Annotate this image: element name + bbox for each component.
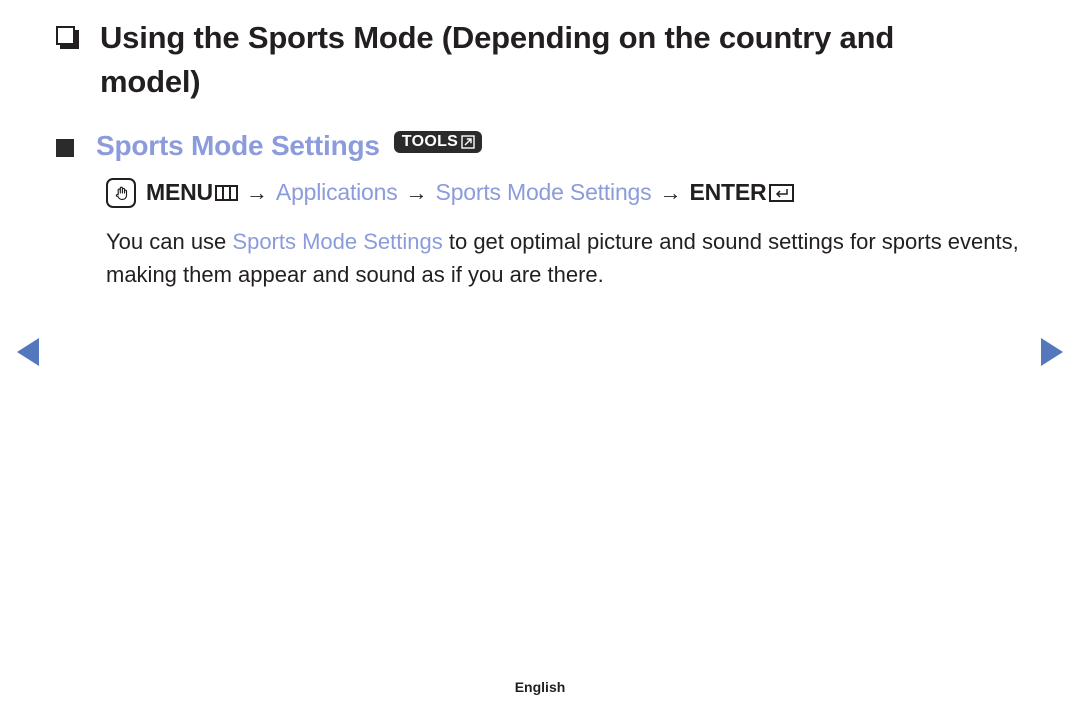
section-heading-row: Sports Mode Settings TOOLS — [0, 104, 1080, 162]
next-page-arrow[interactable] — [1041, 338, 1063, 366]
path-arrow-1: → — [245, 179, 268, 205]
diagonal-arrow-box-icon — [461, 135, 475, 149]
shadowed-white-square-icon — [56, 26, 82, 49]
pointing-hand-icon — [106, 178, 136, 209]
menu-item-applications[interactable]: Applications — [276, 178, 398, 208]
page-title-row: Using the Sports Mode (Depending on the … — [0, 0, 1080, 104]
tools-badge-label: TOOLS — [401, 133, 459, 151]
path-arrow-2: → — [405, 179, 428, 205]
body-highlight: Sports Mode Settings — [232, 229, 443, 255]
emanual-page: Using the Sports Mode (Depending on the … — [0, 0, 1080, 705]
body-text-part1: You can use — [106, 229, 233, 255]
section-heading: Sports Mode Settings — [96, 130, 380, 162]
path-arrow-3: → — [659, 179, 682, 205]
enter-label: ENTER — [689, 179, 767, 206]
language-footer: English — [514, 679, 566, 695]
tools-badge: TOOLS — [393, 131, 483, 154]
body-paragraph: You can use Sports Mode Settings to get … — [0, 208, 1080, 291]
page-title: Using the Sports Mode (Depending on the … — [100, 20, 895, 100]
menu-path-row: MENU → Applications → Sports Mode Settin… — [0, 162, 1080, 209]
menu-label: MENU — [146, 179, 213, 206]
menu-item-sports-mode-settings[interactable]: Sports Mode Settings — [436, 178, 652, 208]
menu-columns-icon — [214, 185, 238, 202]
return-arrow-box-icon — [769, 184, 795, 203]
filled-square-icon — [56, 138, 74, 157]
prev-page-arrow[interactable] — [17, 338, 39, 366]
